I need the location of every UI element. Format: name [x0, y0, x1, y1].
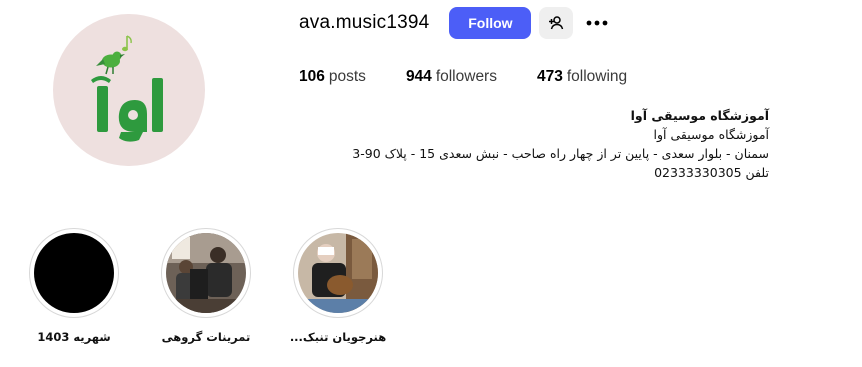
follow-button[interactable]: Follow: [449, 7, 532, 39]
highlight-label: شهریه 1403: [37, 330, 111, 344]
followers-stat[interactable]: 944 followers: [406, 68, 497, 86]
bird-icon: [96, 51, 125, 75]
posts-label: posts: [328, 68, 366, 85]
highlight-item[interactable]: هنرجویان تنبک...: [283, 228, 393, 344]
bio-phone: تلفن 02333330305: [654, 165, 769, 180]
highlight-ring: [161, 228, 251, 318]
highlight-label: تمرینات گروهی: [161, 330, 251, 344]
suggest-accounts-button[interactable]: [539, 7, 574, 39]
highlight-cover: [298, 233, 378, 313]
more-options-button[interactable]: [583, 7, 611, 39]
more-horizontal-icon: [587, 20, 608, 26]
music-note-icon: [122, 35, 132, 52]
highlight-cover: [34, 233, 114, 313]
bio-address: سمنان - بلوار سعدی - پایین تر از چهار را…: [352, 146, 769, 161]
highlight-ring: [293, 228, 383, 318]
following-count: 473: [536, 68, 563, 85]
tombak-student-image: [298, 233, 378, 313]
profile-bio: آموزشگاه موسیقی آوا آموزشگاه موسیقی آوا …: [299, 106, 769, 182]
bio-name: آموزشگاه موسیقی آوا: [630, 108, 769, 123]
person-plus-icon: [549, 16, 564, 30]
highlight-item[interactable]: شهریه 1403: [19, 228, 129, 344]
highlight-ring: [29, 228, 119, 318]
following-stat[interactable]: 473 following: [537, 68, 627, 86]
profile-stats: 106 posts 944 followers 473 following: [299, 68, 667, 86]
avatar-image: [53, 14, 205, 166]
profile-avatar[interactable]: [53, 14, 205, 166]
followers-count: 944: [405, 68, 432, 85]
highlight-cover: [166, 233, 246, 313]
followers-label: followers: [435, 68, 497, 85]
bio-category: آموزشگاه موسیقی آوا: [653, 127, 769, 142]
username: ava.music1394: [299, 12, 430, 33]
posts-stat: 106 posts: [299, 68, 366, 86]
ava-logo-letters: [91, 76, 163, 142]
following-label: following: [566, 68, 628, 85]
ava-logo: [91, 35, 163, 142]
highlight-label: هنرجویان تنبک...: [289, 330, 387, 344]
profile-header: ava.music1394 Follow: [299, 6, 611, 40]
highlight-item[interactable]: تمرینات گروهی: [151, 228, 261, 344]
posts-count: 106: [299, 68, 325, 85]
group-photo-image: [166, 233, 246, 313]
